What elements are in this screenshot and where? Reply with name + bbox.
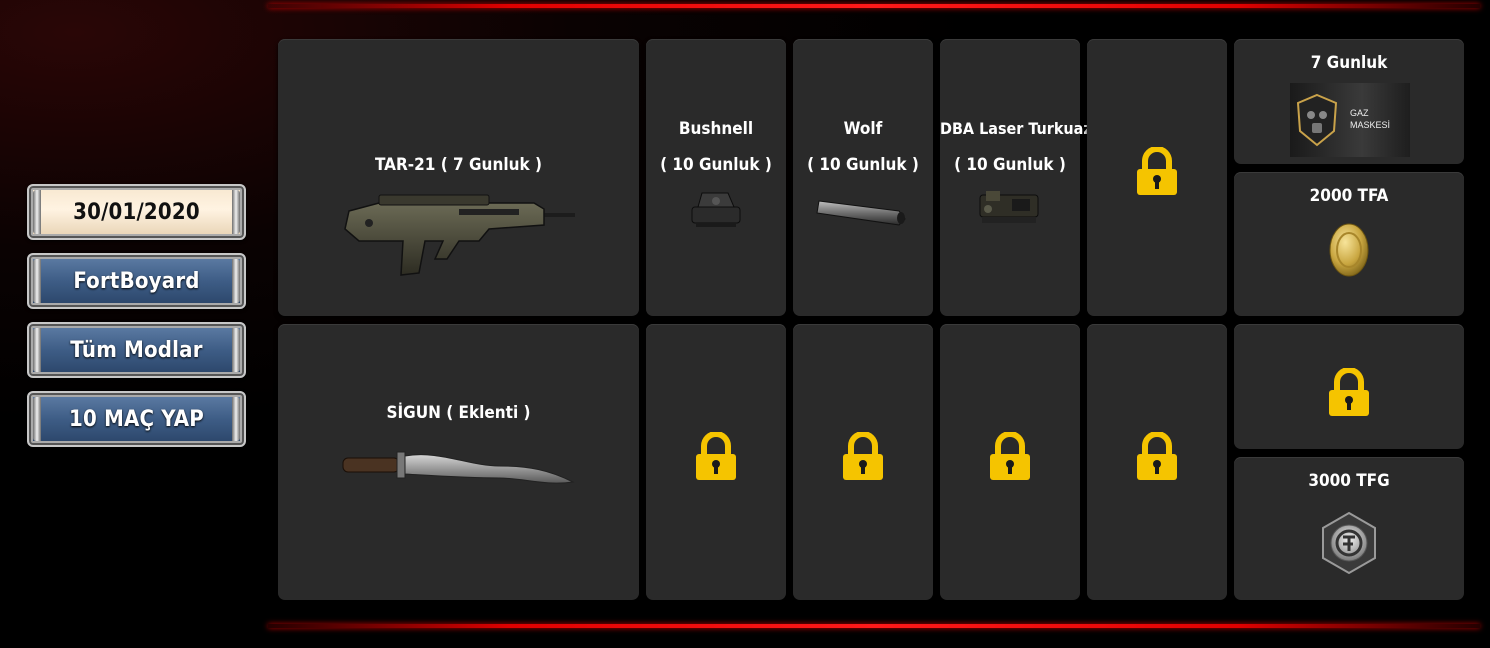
padlock-icon [1137, 432, 1177, 480]
date-display: 30/01/2020 [27, 184, 246, 240]
badge-text: GAZ [1350, 108, 1369, 118]
padlock-icon [1137, 147, 1177, 195]
padlock-icon [696, 432, 736, 480]
all-modes-button[interactable]: Tüm Modlar [27, 322, 246, 378]
assault-rifle-icon [343, 194, 575, 276]
reward-card-wolf[interactable]: Wolf ( 10 Gunluk ) [793, 39, 933, 316]
reward-duration: ( 10 Gunluk ) [807, 155, 919, 175]
padlock-icon [990, 432, 1030, 480]
tfg-token-icon [1322, 511, 1376, 575]
padlock-icon [843, 432, 883, 480]
reward-label: 2000 TFA [1309, 186, 1389, 206]
reward-card-locked[interactable] [1234, 324, 1464, 449]
top-divider [268, 4, 1480, 8]
fortboyard-button[interactable]: FortBoyard [27, 253, 246, 309]
reward-card-knife[interactable]: SİGUN ( Eklenti ) [278, 324, 639, 600]
play-10-matches-button[interactable]: 10 MAÇ YAP [27, 391, 246, 447]
knife-icon [342, 451, 575, 484]
reward-card-tfg[interactable]: 3000 TFG [1234, 457, 1464, 600]
reward-card-bushnell[interactable]: Bushnell ( 10 Gunluk ) [646, 39, 786, 316]
silencer-icon [816, 200, 906, 226]
bottom-divider [268, 624, 1480, 628]
laser-module-icon [979, 191, 1039, 223]
reward-card-locked[interactable] [1087, 324, 1227, 600]
reward-label: SİGUN ( Eklenti ) [386, 403, 531, 423]
reward-label: Bushnell [678, 119, 754, 139]
reward-card-main-weapon[interactable]: TAR-21 ( 7 Gunluk ) [278, 39, 639, 316]
gold-coin-icon [1329, 223, 1369, 277]
reward-label: 7 Gunluk [1310, 53, 1388, 73]
reward-label: TAR-21 ( 7 Gunluk ) [375, 155, 542, 175]
padlock-icon [1329, 368, 1369, 416]
reward-label: 3000 TFG [1308, 471, 1390, 491]
reward-card-dba-laser[interactable]: DBA Laser Turkuaz ( 10 Gunluk ) [940, 39, 1092, 316]
reward-card-locked[interactable] [1087, 39, 1227, 316]
reward-card-locked[interactable] [940, 324, 1080, 600]
reward-card-gas-mask[interactable]: 7 Gunluk GAZ MASKESİ [1234, 39, 1464, 164]
reward-label: DBA Laser Turkuaz [940, 119, 1092, 138]
gas-mask-icon: GAZ MASKESİ [1290, 83, 1410, 157]
reward-duration: ( 10 Gunluk ) [954, 155, 1066, 175]
reward-duration: ( 10 Gunluk ) [660, 155, 772, 175]
reward-card-tfa[interactable]: 2000 TFA [1234, 172, 1464, 316]
reward-card-locked[interactable] [793, 324, 933, 600]
reward-card-locked[interactable] [646, 324, 786, 600]
badge-text: MASKESİ [1350, 120, 1391, 130]
reward-label: Wolf [843, 119, 883, 139]
red-dot-sight-icon [691, 192, 741, 227]
